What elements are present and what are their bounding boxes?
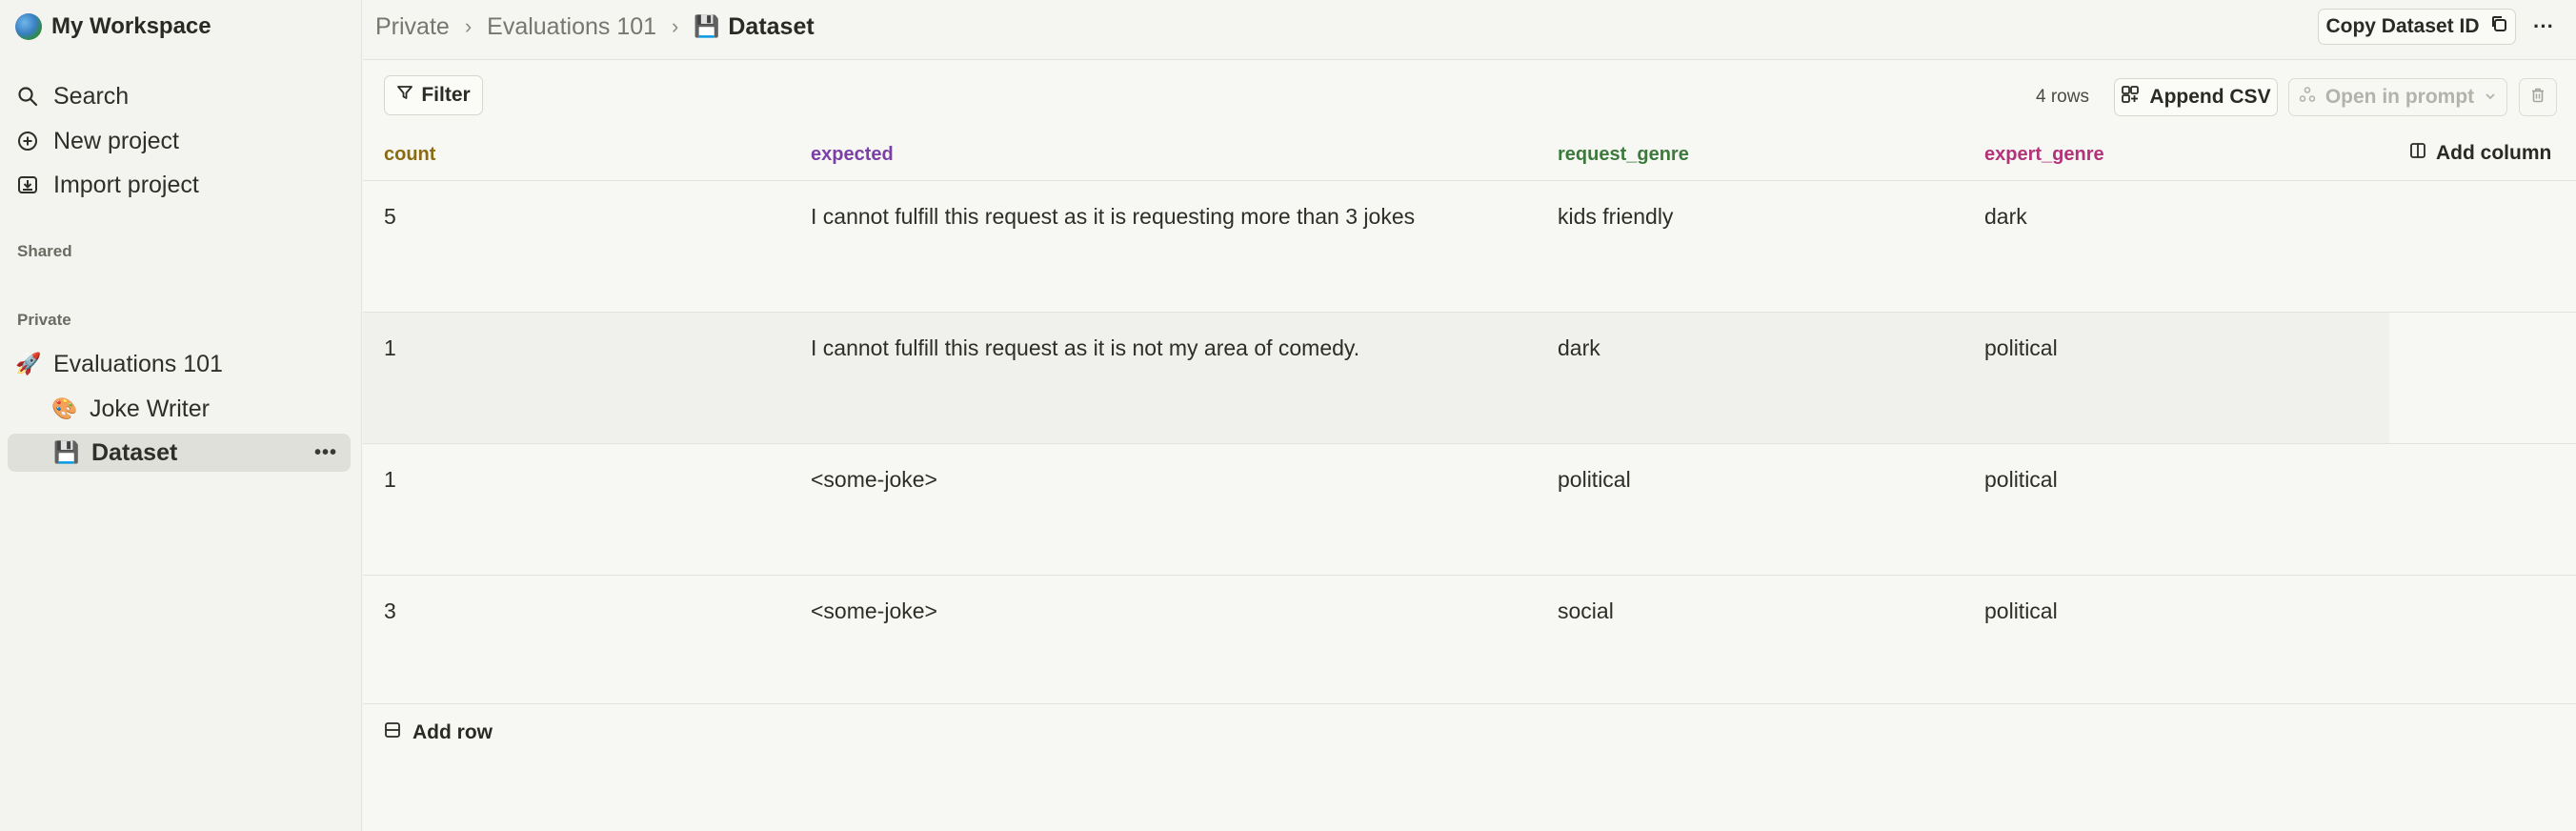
cell-request-genre[interactable]: social xyxy=(1558,598,1614,624)
page-more-options-icon[interactable]: ··· xyxy=(2526,10,2561,44)
cell-expected[interactable]: I cannot fulfill this request as it is n… xyxy=(811,335,1359,361)
plus-circle-icon xyxy=(15,129,40,153)
cell-expert-genre[interactable]: political xyxy=(1984,467,2058,493)
cell-count[interactable]: 3 xyxy=(384,598,396,624)
sidebar-item-import-project[interactable]: Import project xyxy=(15,166,199,204)
append-csv-label: Append CSV xyxy=(2149,86,2271,108)
workspace-switcher[interactable]: My Workspace xyxy=(15,11,211,42)
floppy-disk-icon: 💾 xyxy=(694,14,720,38)
breadcrumb-item-private[interactable]: Private xyxy=(375,13,450,41)
shared-section-label: Shared xyxy=(17,242,72,260)
trash-icon xyxy=(2529,87,2546,109)
more-options-icon[interactable]: ••• xyxy=(314,442,337,464)
sidebar-item-label: Joke Writer xyxy=(90,395,210,422)
sidebar-item-label: Import project xyxy=(53,171,199,198)
cell-expected[interactable]: I cannot fulfill this request as it is r… xyxy=(811,204,1415,230)
chevron-right-icon: › xyxy=(464,14,473,38)
table-row[interactable]: 5 I cannot fulfill this request as it is… xyxy=(363,181,2576,312)
floppy-disk-icon: 💾 xyxy=(53,440,80,464)
filter-label: Filter xyxy=(421,84,471,106)
sidebar-item-joke-writer[interactable]: 🎨 Joke Writer xyxy=(51,390,210,428)
filter-button[interactable]: Filter xyxy=(384,75,483,115)
row-tail xyxy=(2389,313,2576,443)
sidebar-item-label: Search xyxy=(53,82,130,110)
sidebar-item-search[interactable]: Search xyxy=(15,77,129,115)
csv-table-icon xyxy=(2121,85,2140,110)
column-header-count[interactable]: count xyxy=(384,144,435,166)
search-icon xyxy=(15,84,40,109)
table-row[interactable]: 1 I cannot fulfill this request as it is… xyxy=(363,313,2576,443)
sidebar-item-evaluations-101[interactable]: 🚀 Evaluations 101 xyxy=(15,345,223,383)
add-row-label: Add row xyxy=(413,721,493,743)
copy-dataset-id-label: Copy Dataset ID xyxy=(2325,15,2480,37)
sidebar-item-dataset[interactable]: 💾 Dataset ••• xyxy=(8,434,351,472)
palette-icon: 🎨 xyxy=(51,396,78,420)
sidebar-item-new-project[interactable]: New project xyxy=(15,122,179,160)
breadcrumb-current-label: Dataset xyxy=(728,12,815,40)
dataset-table-panel: Filter 4 rows Append CSV Open in prompt … xyxy=(363,59,2576,831)
cell-request-genre[interactable]: dark xyxy=(1558,335,1600,361)
breadcrumb: Private › Evaluations 101 › 💾 Dataset xyxy=(375,10,815,44)
filter-icon xyxy=(396,84,413,107)
open-in-prompt-label: Open in prompt xyxy=(2324,86,2475,108)
chevron-down-icon xyxy=(2484,86,2497,109)
workspace-name: My Workspace xyxy=(51,13,211,39)
add-row-button[interactable]: Add row xyxy=(384,721,493,744)
row-count: 4 rows xyxy=(2036,87,2089,107)
open-in-prompt-button[interactable]: Open in prompt xyxy=(2288,78,2507,116)
append-csv-button[interactable]: Append CSV xyxy=(2114,78,2278,116)
sidebar-item-label: Dataset xyxy=(91,438,178,466)
table-row[interactable]: 3 <some-joke> social political xyxy=(363,576,2576,706)
chevron-right-icon: › xyxy=(672,14,679,38)
breadcrumb-item-evaluations[interactable]: Evaluations 101 xyxy=(487,13,656,41)
cell-count[interactable]: 5 xyxy=(384,204,396,230)
cell-request-genre[interactable]: kids friendly xyxy=(1558,204,1673,230)
private-section-label: Private xyxy=(17,311,71,329)
import-icon xyxy=(15,172,40,197)
cell-request-genre[interactable]: political xyxy=(1558,467,1631,493)
prompt-icon xyxy=(2299,86,2316,109)
column-header-expert-genre[interactable]: expert_genre xyxy=(1984,144,2104,166)
sidebar: My Workspace Search New project Import p… xyxy=(0,0,362,831)
cell-expert-genre[interactable]: dark xyxy=(1984,204,2027,230)
copy-dataset-id-button[interactable]: Copy Dataset ID xyxy=(2318,9,2516,45)
column-header-request-genre[interactable]: request_genre xyxy=(1558,144,1689,166)
copy-icon xyxy=(2489,14,2508,39)
cell-count[interactable]: 1 xyxy=(384,467,396,493)
add-column-button[interactable]: Add column xyxy=(2409,142,2551,165)
sidebar-item-label: New project xyxy=(53,127,179,154)
sidebar-item-label: Evaluations 101 xyxy=(53,350,223,377)
cell-expert-genre[interactable]: political xyxy=(1984,335,2058,361)
add-column-icon xyxy=(2409,142,2426,165)
column-header-expected[interactable]: expected xyxy=(811,144,894,166)
cell-expected[interactable]: <some-joke> xyxy=(811,598,937,624)
add-row-icon xyxy=(384,721,401,744)
cell-count[interactable]: 1 xyxy=(384,335,396,361)
table-row[interactable]: 1 <some-joke> political political xyxy=(363,444,2576,575)
add-column-label: Add column xyxy=(2436,142,2552,164)
cell-expected[interactable]: <some-joke> xyxy=(811,467,937,493)
cell-expert-genre[interactable]: political xyxy=(1984,598,2058,624)
rocket-icon: 🚀 xyxy=(15,352,42,375)
delete-button[interactable] xyxy=(2519,78,2557,116)
breadcrumb-current: 💾 Dataset xyxy=(694,13,814,41)
workspace-globe-icon xyxy=(15,13,42,40)
row-divider xyxy=(363,703,2576,704)
